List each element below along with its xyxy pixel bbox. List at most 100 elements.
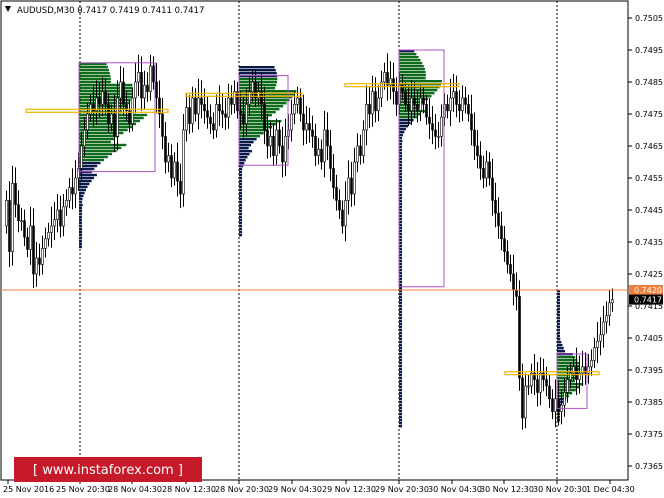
- candle-body: [269, 136, 272, 147]
- candle-body: [491, 177, 494, 201]
- candle-body: [35, 257, 38, 275]
- profile-bar: [399, 362, 402, 365]
- profile-bar: [79, 239, 82, 243]
- profile-bar: [79, 221, 82, 225]
- candle-body: [548, 385, 551, 400]
- profile-bar: [399, 314, 402, 317]
- candle-body: [404, 91, 407, 105]
- candle-body: [101, 91, 104, 105]
- candle-body: [536, 379, 539, 393]
- profile-bar: [79, 65, 108, 69]
- profile-bar: [399, 383, 402, 386]
- profile-bar: [399, 140, 403, 143]
- candle-body: [347, 177, 350, 201]
- candle-body: [455, 91, 458, 105]
- profile-bar: [399, 299, 402, 302]
- candle-body: [509, 264, 512, 275]
- candle-body: [275, 129, 278, 156]
- y-tick-label: 0.7395: [635, 366, 663, 375]
- y-tick-label: 0.7465: [635, 142, 663, 151]
- profile-bar: [399, 344, 402, 347]
- profile-bar: [239, 69, 276, 72]
- candle-body: [263, 104, 266, 131]
- candle-body: [476, 145, 479, 156]
- candle-body: [74, 177, 77, 195]
- profile-bar: [239, 135, 260, 138]
- candle-body: [341, 209, 344, 227]
- candle-body: [314, 136, 317, 156]
- candle-body: [359, 145, 362, 156]
- profile-bar: [79, 209, 82, 213]
- profile-bar: [239, 168, 243, 171]
- profile-bar: [399, 338, 402, 341]
- profile-bar: [79, 80, 111, 84]
- candle-body: [29, 225, 32, 250]
- profile-bar: [399, 398, 402, 401]
- candle-body: [8, 200, 11, 252]
- profile-bar: [239, 72, 277, 75]
- profile-bar: [239, 132, 264, 135]
- profile-bar: [239, 207, 242, 210]
- candle-body: [308, 123, 311, 131]
- profile-bar: [239, 87, 276, 90]
- candle-body: [26, 236, 29, 250]
- candle-body: [473, 129, 476, 147]
- candle-body: [518, 296, 521, 379]
- profile-bar: [79, 71, 110, 75]
- profile-bar: [399, 425, 402, 428]
- profile-bar: [239, 222, 242, 225]
- candle-body: [152, 65, 155, 83]
- candle-body: [38, 257, 41, 265]
- profile-bar: [399, 305, 402, 308]
- profile-bar: [79, 197, 83, 201]
- y-tick-label: 0.7495: [635, 46, 663, 55]
- profile-bar: [557, 380, 575, 383]
- profile-bar: [399, 65, 424, 68]
- candle-body: [164, 136, 167, 163]
- candle-body: [392, 78, 395, 92]
- candle-body: [236, 91, 239, 112]
- time-axis: 25 Nov 2016 25 Nov 20:3028 Nov 04:30 28 No…: [3, 480, 635, 494]
- candle-body: [116, 97, 119, 137]
- candle-body: [320, 148, 323, 163]
- profile-bar: [557, 305, 560, 308]
- profile-bar: [399, 71, 426, 74]
- candle-body: [326, 129, 329, 147]
- profile-bar: [399, 56, 419, 59]
- candle-body: [227, 97, 230, 118]
- profile-bar: [239, 162, 245, 165]
- profile-bar: [239, 231, 242, 234]
- profile-bar: [239, 180, 242, 183]
- x-tick-label: 30 Nov 20:30: [533, 485, 587, 494]
- profile-bar: [399, 386, 402, 389]
- candle-body: [65, 200, 68, 208]
- profile-bar: [399, 401, 402, 404]
- profile-bar: [239, 198, 242, 201]
- candle-body: [305, 123, 308, 131]
- profile-bar: [399, 332, 402, 335]
- candle-body: [380, 81, 383, 99]
- profile-bar: [557, 329, 560, 332]
- candle-body: [437, 136, 440, 138]
- candle-body: [470, 113, 473, 131]
- candle-body: [191, 97, 194, 124]
- candle-body: [317, 148, 320, 156]
- x-tick-label: 28 Nov 04:30: [108, 485, 162, 494]
- candle-body: [356, 145, 359, 163]
- candle-body: [362, 129, 365, 156]
- candle-body: [134, 81, 137, 99]
- candle-body: [431, 123, 434, 131]
- profile-bar: [399, 89, 438, 92]
- candle-body: [602, 321, 605, 336]
- candle-body: [68, 187, 71, 201]
- profile-bar: [399, 326, 402, 329]
- candle-body: [425, 104, 428, 118]
- profile-bar: [79, 143, 127, 147]
- candle-body: [374, 91, 377, 112]
- candle-body: [563, 392, 566, 406]
- profile-bar: [399, 335, 402, 338]
- profile-bar: [79, 101, 130, 105]
- profile-bar: [557, 335, 560, 338]
- candle-body: [146, 84, 149, 92]
- profile-bar: [557, 314, 560, 317]
